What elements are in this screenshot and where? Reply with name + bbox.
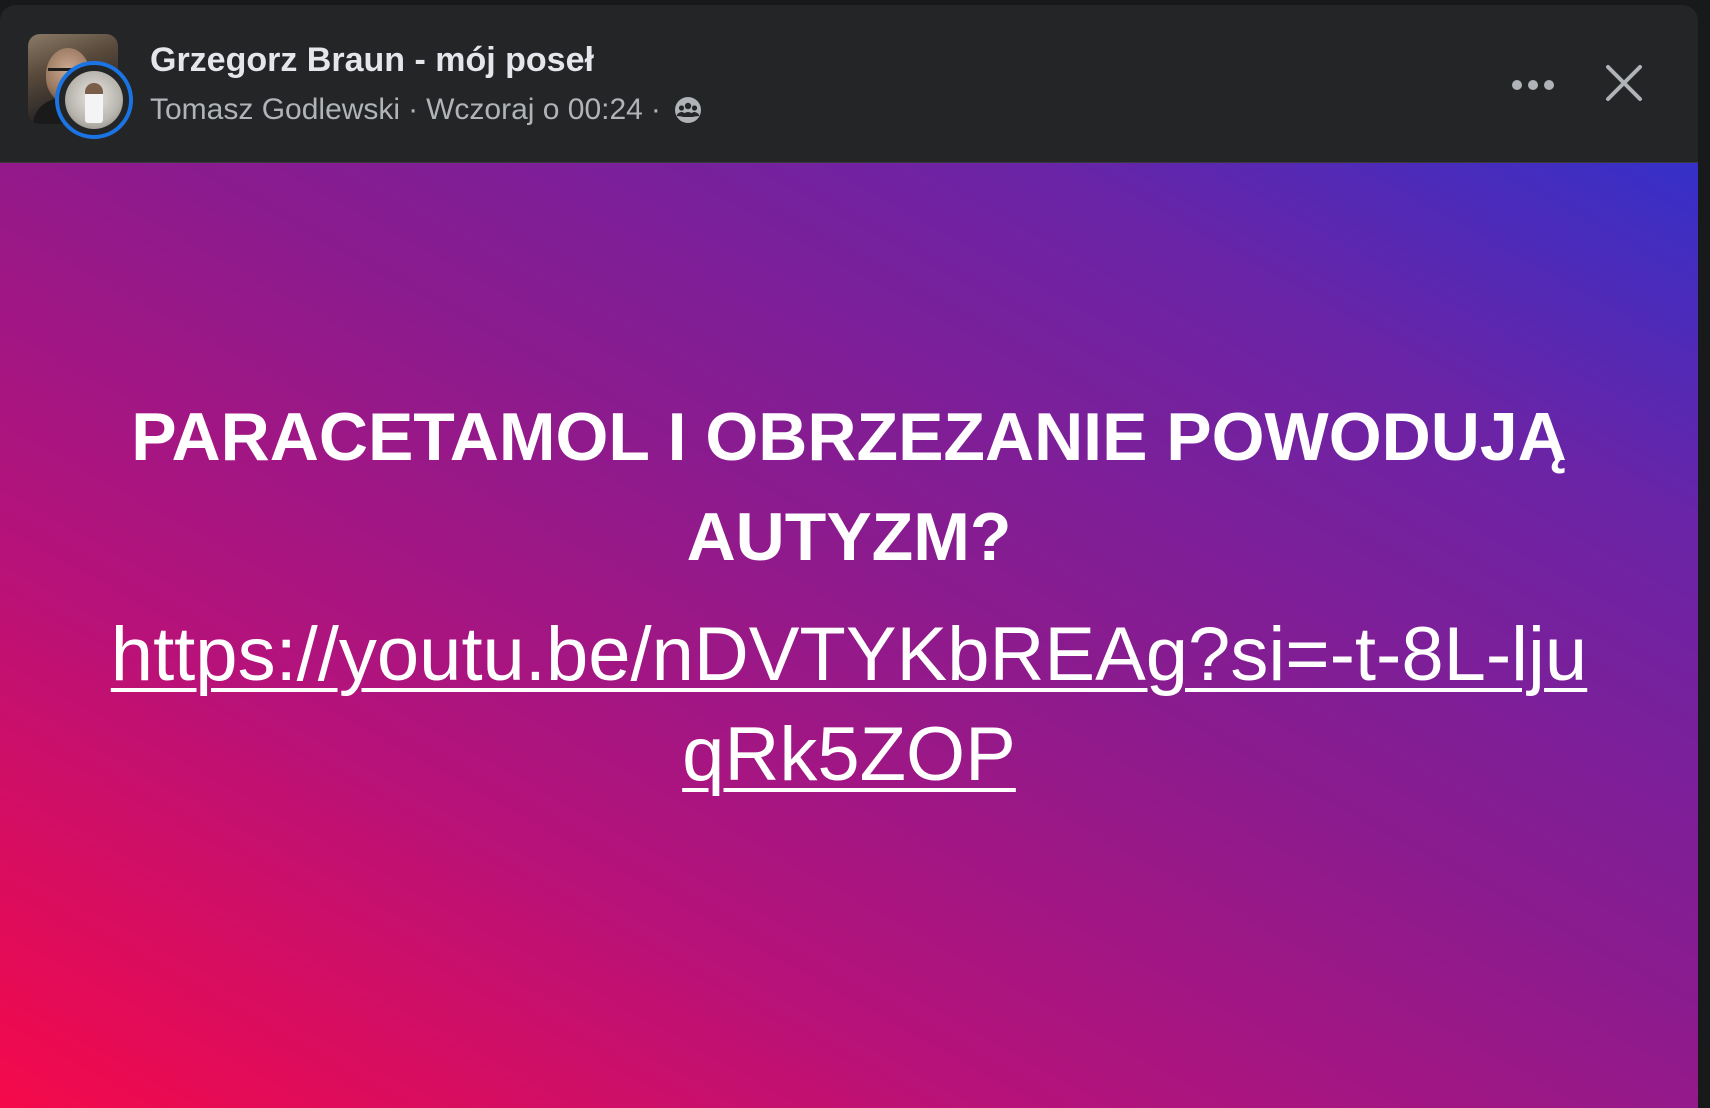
- author-avatar[interactable]: [55, 61, 133, 139]
- post-meta: Tomasz Godlewski · Wczoraj o 00:24 ·: [150, 93, 703, 127]
- author-avatar-figure: [85, 83, 103, 123]
- close-icon: [1606, 65, 1642, 101]
- meta-separator: ·: [408, 93, 419, 126]
- youtube-link[interactable]: https://youtu.be/nDVTYKbREAg?si=-t-8L-lj…: [109, 605, 1589, 805]
- author-name[interactable]: Tomasz Godlewski: [150, 93, 400, 127]
- close-button[interactable]: [1596, 55, 1652, 111]
- more-options-icon: [1512, 80, 1554, 90]
- post-viewer-window: Grzegorz Braun - mój poseł Tomasz Godlew…: [0, 5, 1698, 1108]
- group-name[interactable]: Grzegorz Braun - mój poseł: [150, 41, 594, 80]
- avatar-group[interactable]: [28, 34, 136, 142]
- post-header: Grzegorz Braun - mój poseł Tomasz Godlew…: [0, 5, 1698, 163]
- post-timestamp[interactable]: Wczoraj o 00:24: [426, 93, 643, 127]
- more-options-button[interactable]: [1505, 57, 1561, 113]
- group-members-icon[interactable]: [673, 95, 703, 125]
- post-headline: PARACETAMOL I OBRZEZANIE POWODUJĄ AUTYZM…: [131, 398, 1567, 575]
- post-content: PARACETAMOL I OBRZEZANIE POWODUJĄ AUTYZM…: [0, 163, 1698, 1108]
- meta-separator: ·: [650, 93, 661, 126]
- author-avatar-photo: [65, 71, 123, 129]
